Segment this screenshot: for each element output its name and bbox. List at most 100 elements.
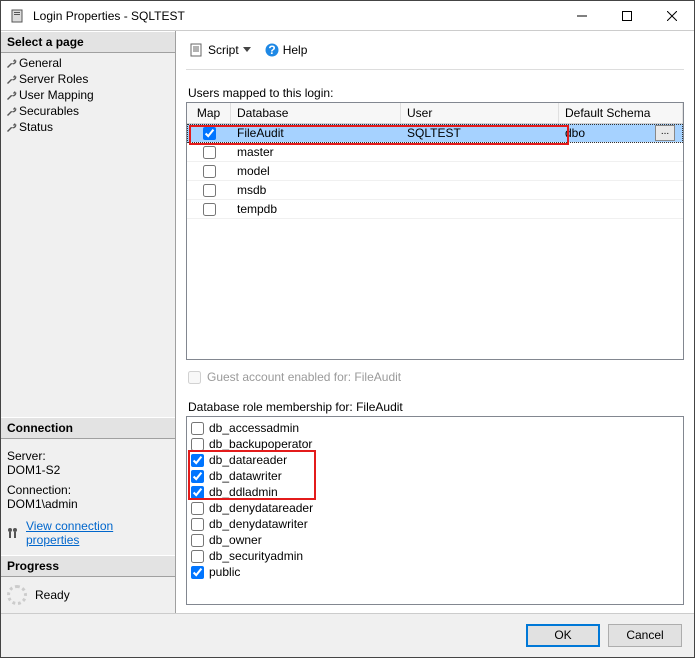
progress-status: Ready: [35, 588, 70, 602]
role-checkbox[interactable]: [191, 422, 204, 435]
help-button[interactable]: ? Help: [261, 41, 312, 59]
cell-database: tempdb: [231, 202, 401, 216]
nav-item-status[interactable]: Status: [1, 119, 175, 135]
left-panel: Select a page General Server Roles User Ma…: [1, 31, 176, 613]
nav-item-label: Server Roles: [19, 72, 88, 86]
app-icon: [9, 8, 25, 24]
role-checkbox[interactable]: [191, 518, 204, 531]
nav-item-general[interactable]: General: [1, 55, 175, 71]
mapping-row[interactable]: msdb: [187, 181, 683, 200]
wrench-icon: [5, 89, 17, 101]
map-checkbox[interactable]: [203, 184, 216, 197]
help-icon: ?: [265, 43, 279, 57]
role-row[interactable]: db_backupoperator: [191, 436, 679, 452]
cancel-button[interactable]: Cancel: [608, 624, 682, 647]
role-row[interactable]: db_datawriter: [191, 468, 679, 484]
role-name: public: [209, 565, 240, 579]
script-button[interactable]: Script: [186, 41, 255, 59]
mapping-row[interactable]: master: [187, 143, 683, 162]
map-checkbox[interactable]: [203, 146, 216, 159]
nav-item-label: Status: [19, 120, 53, 134]
script-icon: [190, 43, 204, 57]
guest-account-label: Guest account enabled for: FileAudit: [207, 370, 401, 384]
role-row[interactable]: db_denydatareader: [191, 500, 679, 516]
role-row[interactable]: db_ddladmin: [191, 484, 679, 500]
col-user[interactable]: User: [401, 103, 559, 123]
mapping-row[interactable]: FileAuditSQLTESTdbo...: [187, 124, 683, 143]
view-connection-properties-label: View connection properties: [26, 519, 169, 547]
nav-item-server-roles[interactable]: Server Roles: [1, 71, 175, 87]
role-name: db_backupoperator: [209, 437, 312, 451]
minimize-button[interactable]: [559, 1, 604, 30]
role-checkbox[interactable]: [191, 454, 204, 467]
users-mapped-label: Users mapped to this login:: [188, 86, 684, 100]
script-label: Script: [208, 43, 239, 57]
svg-text:?: ?: [268, 43, 275, 57]
server-value: DOM1-S2: [7, 463, 169, 477]
role-checkbox[interactable]: [191, 550, 204, 563]
properties-icon: [7, 527, 21, 539]
dialog-footer: OK Cancel: [1, 613, 694, 657]
maximize-button[interactable]: [604, 1, 649, 30]
role-checkbox[interactable]: [191, 566, 204, 579]
wrench-icon: [5, 73, 17, 85]
help-label: Help: [283, 43, 308, 57]
view-connection-properties-link[interactable]: View connection properties: [7, 519, 169, 547]
cell-database: msdb: [231, 183, 401, 197]
cell-database: master: [231, 145, 401, 159]
role-name: db_denydatawriter: [209, 517, 308, 531]
col-database[interactable]: Database: [231, 103, 401, 123]
role-name: db_accessadmin: [209, 421, 299, 435]
close-button[interactable]: [649, 1, 694, 30]
role-row[interactable]: db_accessadmin: [191, 420, 679, 436]
user-mapping-grid[interactable]: Map Database User Default Schema FileAud…: [186, 102, 684, 360]
wrench-icon: [5, 121, 17, 133]
role-name: db_securityadmin: [209, 549, 303, 563]
connection-header: Connection: [1, 417, 175, 439]
login-properties-window: Login Properties - SQLTEST Select a page…: [0, 0, 695, 658]
role-name: db_ddladmin: [209, 485, 278, 499]
nav-item-label: Securables: [19, 104, 79, 118]
role-row[interactable]: db_securityadmin: [191, 548, 679, 564]
select-page-header: Select a page: [1, 31, 175, 53]
connection-value: DOM1\admin: [7, 497, 169, 511]
role-row[interactable]: db_datareader: [191, 452, 679, 468]
cell-database: model: [231, 164, 401, 178]
role-checkbox[interactable]: [191, 438, 204, 451]
role-name: db_denydatareader: [209, 501, 313, 515]
progress-spinner-icon: [7, 585, 27, 605]
guest-account-checkbox: [188, 371, 201, 384]
role-checkbox[interactable]: [191, 486, 204, 499]
role-row[interactable]: db_denydatawriter: [191, 516, 679, 532]
titlebar: Login Properties - SQLTEST: [1, 1, 694, 31]
mapping-row[interactable]: model: [187, 162, 683, 181]
role-checkbox[interactable]: [191, 502, 204, 515]
map-checkbox[interactable]: [203, 165, 216, 178]
server-label: Server:: [7, 449, 169, 463]
role-checkbox[interactable]: [191, 534, 204, 547]
nav-item-securables[interactable]: Securables: [1, 103, 175, 119]
map-checkbox[interactable]: [203, 127, 216, 140]
role-name: db_datareader: [209, 453, 287, 467]
col-schema[interactable]: Default Schema: [559, 103, 683, 123]
role-checkbox[interactable]: [191, 470, 204, 483]
ok-button[interactable]: OK: [526, 624, 600, 647]
nav-item-label: User Mapping: [19, 88, 94, 102]
page-nav: General Server Roles User Mapping Securable…: [1, 53, 175, 137]
schema-browse-button[interactable]: ...: [655, 125, 675, 141]
progress-header: Progress: [1, 555, 175, 577]
role-membership-list[interactable]: db_accessadmin db_backupoperator db_datare…: [186, 416, 684, 605]
nav-item-user-mapping[interactable]: User Mapping: [1, 87, 175, 103]
cell-database: FileAudit: [231, 126, 401, 140]
col-map[interactable]: Map: [187, 103, 231, 123]
role-row[interactable]: db_owner: [191, 532, 679, 548]
wrench-icon: [5, 57, 17, 69]
map-checkbox[interactable]: [203, 203, 216, 216]
role-name: db_owner: [209, 533, 262, 547]
connection-label: Connection:: [7, 483, 169, 497]
nav-item-label: General: [19, 56, 62, 70]
cell-schema: dbo...: [559, 125, 683, 141]
wrench-icon: [5, 105, 17, 117]
mapping-row[interactable]: tempdb: [187, 200, 683, 219]
role-row[interactable]: public: [191, 564, 679, 580]
